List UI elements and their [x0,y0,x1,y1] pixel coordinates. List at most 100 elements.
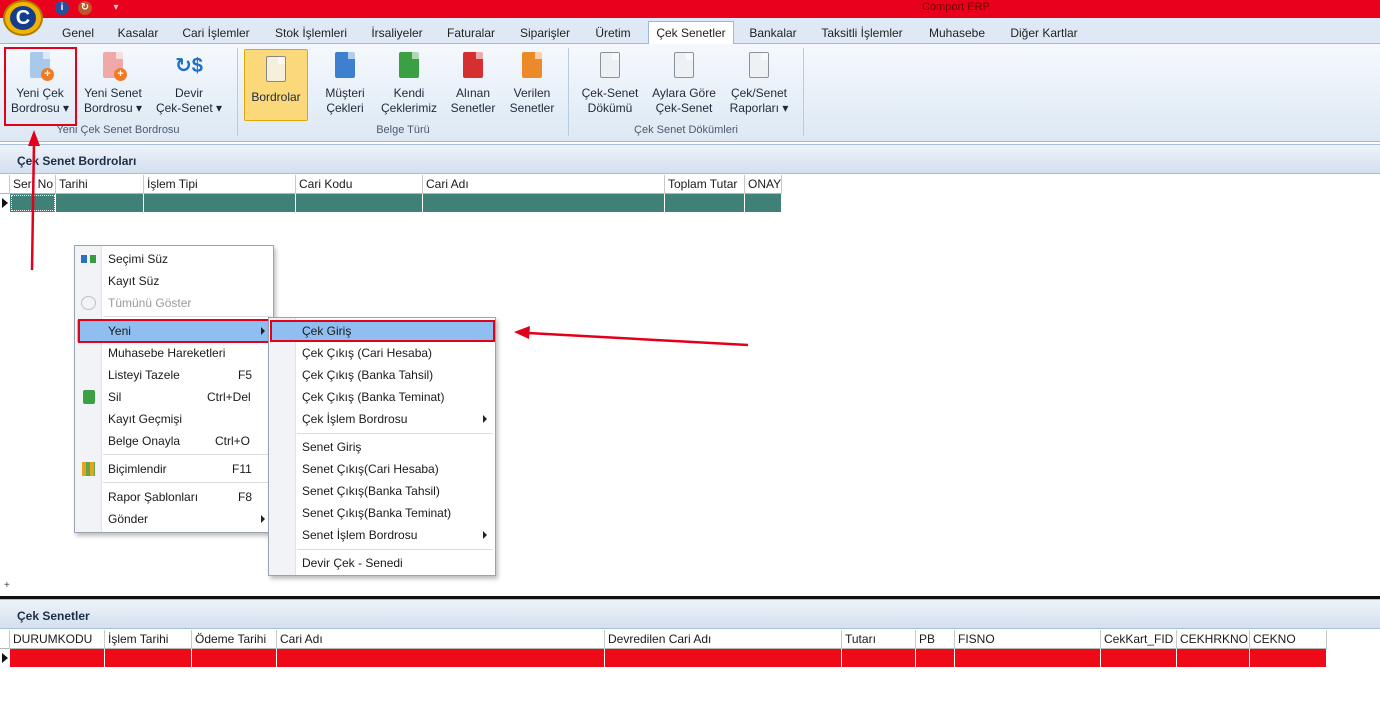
tab-stok-islemleri[interactable]: Stok İşlemleri [268,24,354,44]
table-cell[interactable] [1101,649,1177,667]
submenu-arrow-icon [261,515,265,523]
reports-line2: Raporları ▾ [729,101,789,115]
column-header[interactable]: ONAY [745,175,782,194]
column-header[interactable]: İşlem Tipi [144,175,296,194]
table-cell[interactable] [10,649,105,667]
refresh-icon[interactable]: ↻ [78,1,92,15]
tab-diger-kartlar[interactable]: Diğer Kartlar [1004,24,1084,44]
table-cell[interactable] [1177,649,1250,667]
submenu-item-senet-cikis-cari[interactable]: Senet Çıkış(Cari Hesaba) [271,458,493,480]
menu-item-secimi-suz[interactable]: Seçimi Süz [77,248,271,270]
reports-line1: Çek/Senet [730,86,788,100]
new-note-bordro-button[interactable]: + Yeni Senet Bordrosu ▾ [80,50,146,116]
monthly-check-note-button[interactable]: Aylara Göre Çek-Senet [648,50,720,116]
column-header[interactable]: DURUMKODU [10,630,105,649]
submenu-item-senet-cikis-banka-teminat[interactable]: Senet Çıkış(Banka Teminat) [271,502,493,524]
column-header[interactable]: Tutarı [842,630,916,649]
table-cell[interactable] [277,649,605,667]
table-cell[interactable] [10,194,56,212]
submenu-item-senet-giris[interactable]: Senet Giriş [271,436,493,458]
column-header[interactable]: CEKHRKNO [1177,630,1250,649]
column-header[interactable]: FISNO [955,630,1101,649]
table-cell[interactable] [56,194,144,212]
column-header[interactable]: Cari Adı [423,175,665,194]
table-cell[interactable] [144,194,296,212]
column-header[interactable]: Toplam Tutar [665,175,745,194]
menu-item-belge-onayla[interactable]: Belge Onayla Ctrl+O [77,430,271,452]
column-header[interactable]: Tarihi [56,175,144,194]
bordrolar-button[interactable]: Bordrolar [244,49,308,121]
table-cell[interactable] [605,649,842,667]
tab-cari-islemler[interactable]: Cari İşlemler [176,24,256,44]
table-row[interactable] [0,194,782,212]
menu-item-muhasebe-hareketleri[interactable]: Muhasebe Hareketleri [77,342,271,364]
customer-checks-icon [329,50,361,82]
row-indicator-icon [2,653,8,663]
grid-header-bordrolar: Seri No Tarihi İşlem Tipi Cari Kodu Cari… [0,175,782,194]
table-cell[interactable] [105,649,192,667]
app-logo[interactable]: C [3,0,43,36]
own-checks-icon [393,50,425,82]
menu-item-kayit-gecmisi[interactable]: Kayıt Geçmişi [77,408,271,430]
check-note-statement-button[interactable]: Çek-Senet Dökümü [578,50,642,116]
menu-item-label: Biçimlendir [108,462,167,476]
menu-item-listeyi-tazele[interactable]: Listeyi Tazele F5 [77,364,271,386]
submenu-item-cek-cikis-banka-teminat[interactable]: Çek Çıkış (Banka Teminat) [271,386,493,408]
transfer-check-note-button[interactable]: ↻$ Devir Çek-Senet ▾ [152,50,226,116]
menu-item-kayit-suz[interactable]: Kayıt Süz [77,270,271,292]
table-cell[interactable] [665,194,745,212]
column-header[interactable]: CEKNO [1250,630,1327,649]
tab-cek-senetler[interactable]: Çek Senetler [648,21,734,45]
tab-muhasebe[interactable]: Muhasebe [922,24,992,44]
submenu-item-senet-cikis-banka-tahsil[interactable]: Senet Çıkış(Banka Tahsil) [271,480,493,502]
table-cell[interactable] [296,194,423,212]
pin-icon[interactable]: ▾ [112,1,120,15]
table-cell[interactable] [955,649,1101,667]
tab-kasalar[interactable]: Kasalar [112,24,164,44]
tab-irsaliyeler[interactable]: İrsaliyeler [366,24,428,44]
tab-genel[interactable]: Genel [57,24,99,44]
table-cell[interactable] [745,194,782,212]
table-cell[interactable] [192,649,277,667]
tab-bankalar[interactable]: Bankalar [744,24,802,44]
submenu-item-devir-cek-senedi[interactable]: Devir Çek - Senedi [271,552,493,574]
tab-faturalar[interactable]: Faturalar [440,24,502,44]
menu-item-sil[interactable]: Sil Ctrl+Del [77,386,271,408]
submenu-item-cek-cikis-cari[interactable]: Çek Çıkış (Cari Hesaba) [271,342,493,364]
column-header[interactable]: PB [916,630,955,649]
menu-item-bicimlendir[interactable]: Biçimlendir F11 [77,458,271,480]
menu-item-rapor-sablonlari[interactable]: Rapor Şablonları F8 [77,486,271,508]
table-cell[interactable] [842,649,916,667]
table-cell[interactable] [916,649,955,667]
own-checks-button[interactable]: Kendi Çeklerimiz [378,50,440,116]
menu-item-label: Çek İşlem Bordrosu [302,412,408,426]
tab-taksitli-islemler[interactable]: Taksitli İşlemler [814,24,910,44]
menu-item-tumunu-goster[interactable]: Tümünü Göster [77,292,271,314]
menu-shortcut: F5 [238,368,253,382]
table-cell[interactable] [1250,649,1327,667]
given-notes-button[interactable]: Verilen Senetler [505,50,559,116]
add-row-icon[interactable]: + [4,580,10,591]
check-note-reports-button[interactable]: Çek/Senet Raporları ▾ [726,50,792,116]
table-cell[interactable] [423,194,665,212]
tab-uretim[interactable]: Üretim [588,24,638,44]
submenu-item-cek-cikis-banka-tahsil[interactable]: Çek Çıkış (Banka Tahsil) [271,364,493,386]
column-header[interactable]: Seri No [10,175,56,194]
statement-line1: Çek-Senet [581,86,639,100]
column-header[interactable]: CekKart_FID [1101,630,1177,649]
info-icon[interactable]: i [55,1,69,15]
column-header[interactable]: Cari Adı [277,630,605,649]
menu-item-label: Senet Giriş [302,440,362,454]
customer-checks-button[interactable]: Müşteri Çekleri [318,50,372,116]
column-header[interactable]: Ödeme Tarihi [192,630,277,649]
column-header[interactable]: Cari Kodu [296,175,423,194]
column-header[interactable]: İşlem Tarihi [105,630,192,649]
table-row[interactable] [0,649,1327,667]
submenu-item-cek-islem-bordrosu[interactable]: Çek İşlem Bordrosu [271,408,493,430]
menu-item-gonder[interactable]: Gönder [77,508,271,530]
statement-line2: Dökümü [587,101,633,115]
tab-siparisler[interactable]: Siparişler [514,24,576,44]
column-header[interactable]: Devredilen Cari Adı [605,630,842,649]
received-notes-button[interactable]: Alınan Senetler [446,50,500,116]
submenu-item-senet-islem-bordrosu[interactable]: Senet İşlem Bordrosu [271,524,493,546]
